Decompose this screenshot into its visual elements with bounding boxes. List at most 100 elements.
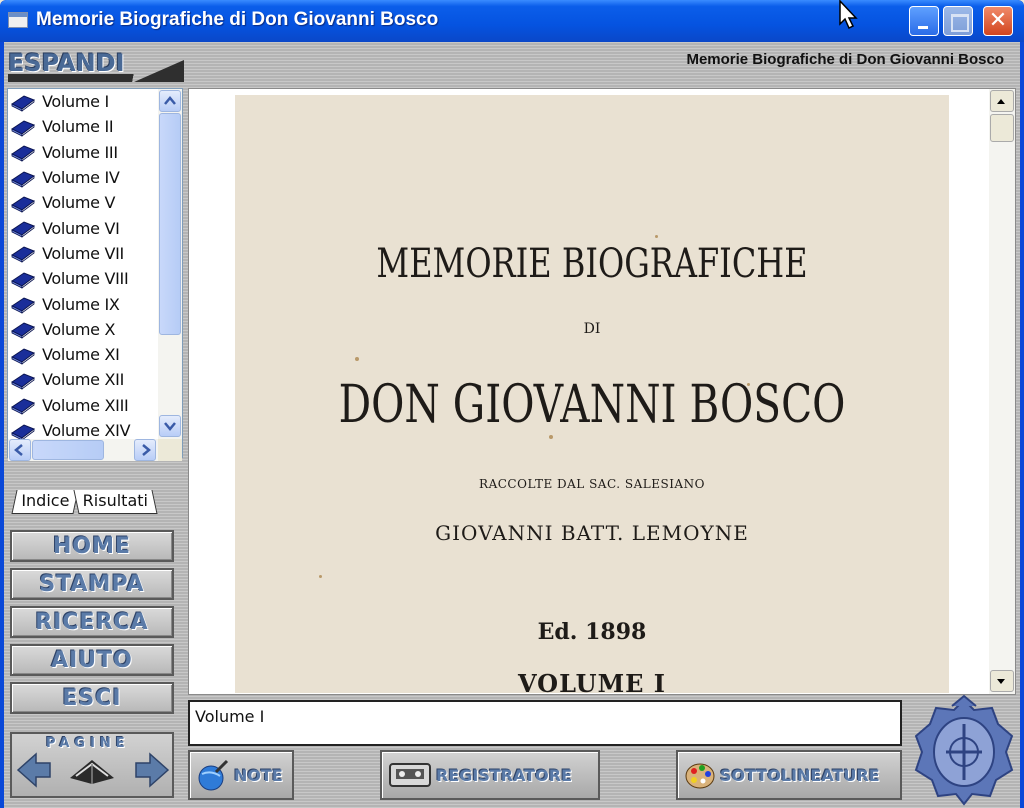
chevron-up-icon xyxy=(164,96,176,105)
paper-speck xyxy=(549,435,553,439)
book-icon xyxy=(11,221,36,238)
expand-button[interactable]: ESPANDI xyxy=(8,49,125,77)
help-button[interactable]: AIUTO xyxy=(10,644,174,676)
tree-item-label: Volume VII xyxy=(42,243,124,263)
paper-speck xyxy=(655,235,658,238)
viewer-scroll-down-button[interactable] xyxy=(990,670,1014,692)
chevron-left-icon xyxy=(14,444,23,456)
tree-item-volume[interactable]: Volume XIV xyxy=(8,418,158,439)
tree-item-label: Volume IV xyxy=(42,168,120,188)
panel-tabs: Indice Risultati xyxy=(10,488,180,516)
client-area: ESPANDI Memorie Biografiche di Don Giova… xyxy=(4,42,1020,808)
document-edition: Ed. 1898 xyxy=(537,619,647,645)
viewer-scroll-up-button[interactable] xyxy=(990,90,1014,112)
app-window: Memorie Biografiche di Don Giovanni Bosc… xyxy=(0,0,1024,808)
paper-speck xyxy=(355,357,359,361)
tree-item-label: Volume I xyxy=(42,92,109,112)
document-viewer[interactable]: MEMORIE BIOGRAFICHE DI DON GIOVANNI BOSC… xyxy=(188,88,1016,695)
tree-item-volume[interactable]: Volume IV xyxy=(8,165,158,190)
book-icon xyxy=(11,170,36,188)
chevron-down-icon xyxy=(164,422,176,431)
maximize-button[interactable] xyxy=(943,6,973,36)
page-flip-icon xyxy=(70,760,114,784)
pages-label: PAGINE xyxy=(46,736,130,751)
expand-tab-bar xyxy=(8,74,186,82)
window-title: Memorie Biografiche di Don Giovanni Bosc… xyxy=(36,9,439,30)
triangle-down-icon xyxy=(997,679,1005,684)
title-bar[interactable]: Memorie Biografiche di Don Giovanni Bosc… xyxy=(0,0,1024,42)
scroll-up-button[interactable] xyxy=(159,90,181,112)
scroll-corner xyxy=(158,439,182,461)
book-icon xyxy=(11,120,36,137)
current-location-field[interactable]: Volume I xyxy=(188,700,902,746)
tree-hscroll-thumb[interactable] xyxy=(32,440,104,460)
tree-item-label: Volume XIII xyxy=(42,395,129,415)
pages-navigator: PAGINE xyxy=(10,732,174,798)
tree-item-volume[interactable]: Volume XI xyxy=(8,342,158,367)
mouse-pointer-icon xyxy=(839,0,858,30)
scroll-left-button[interactable] xyxy=(9,439,31,461)
tree-item-volume[interactable]: Volume IX xyxy=(8,291,158,316)
tree-item-label: Volume XI xyxy=(42,345,120,365)
tree-item-volume[interactable]: Volume I xyxy=(8,89,158,114)
tree-item-label: Volume II xyxy=(42,117,114,137)
tree-vertical-scrollbar[interactable] xyxy=(158,89,182,439)
cassette-tape-icon xyxy=(389,763,431,787)
print-button[interactable]: STAMPA xyxy=(10,568,174,600)
book-icon xyxy=(11,373,36,390)
tree-item-label: Volume VI xyxy=(42,218,120,238)
app-icon[interactable] xyxy=(8,12,28,28)
tree-item-volume[interactable]: Volume VIII xyxy=(8,266,158,291)
note-button[interactable]: NOTE xyxy=(188,750,294,800)
tree-item-volume[interactable]: Volume VI xyxy=(8,215,158,240)
header-title: Memorie Biografiche di Don Giovanni Bosc… xyxy=(686,51,1004,68)
tree-item-volume[interactable]: Volume XII xyxy=(8,367,158,392)
book-icon xyxy=(11,297,36,314)
tree-item-volume[interactable]: Volume III xyxy=(8,140,158,165)
book-icon xyxy=(11,398,36,416)
book-icon xyxy=(11,246,36,264)
tree-item-volume[interactable]: Volume XIII xyxy=(8,393,158,418)
tree-scroll-thumb[interactable] xyxy=(159,113,181,335)
tab-risultati[interactable]: Risultati xyxy=(73,490,158,514)
book-icon xyxy=(11,423,36,439)
paint-palette-icon xyxy=(685,763,715,789)
book-icon xyxy=(11,145,36,163)
document-author: GIOVANNI BATT. LEMOYNE xyxy=(435,521,749,545)
minimize-button[interactable] xyxy=(909,6,939,36)
recorder-button[interactable]: REGISTRATORE xyxy=(380,750,600,800)
exit-button[interactable]: ESCI xyxy=(10,682,174,714)
document-title: MEMORIE BIOGRAFICHE xyxy=(376,241,808,287)
book-icon xyxy=(11,348,36,365)
scroll-down-button[interactable] xyxy=(159,415,181,437)
next-page-arrow-icon[interactable] xyxy=(134,750,170,790)
salesian-emblem-logo xyxy=(914,694,1014,806)
tab-indice[interactable]: Indice xyxy=(11,490,79,514)
tree-item-volume[interactable]: Volume V xyxy=(8,190,158,215)
viewer-vertical-scrollbar[interactable] xyxy=(989,89,1015,694)
close-icon: ✕ xyxy=(988,8,1008,33)
scroll-right-button[interactable] xyxy=(134,439,156,461)
chevron-right-icon xyxy=(142,444,151,456)
book-icon xyxy=(11,322,36,340)
book-icon xyxy=(11,95,36,112)
document-volume: VOLUME I xyxy=(517,669,667,693)
viewer-scroll-thumb[interactable] xyxy=(990,114,1014,142)
book-icon xyxy=(11,272,36,289)
tree-item-volume[interactable]: Volume VII xyxy=(8,241,158,266)
document-compiled-by: RACCOLTE DAL SAC. SALESIANO xyxy=(479,477,705,491)
search-button[interactable]: RICERCA xyxy=(10,606,174,638)
previous-page-arrow-icon[interactable] xyxy=(16,750,52,790)
book-icon xyxy=(11,196,36,213)
underlines-button[interactable]: SOTTOLINEATURE xyxy=(676,750,902,800)
document-subject: DON GIOVANNI BOSCO xyxy=(338,375,846,435)
tree-item-volume[interactable]: Volume X xyxy=(8,317,158,342)
close-button[interactable]: ✕ xyxy=(983,6,1013,36)
tree-item-volume[interactable]: Volume II xyxy=(8,114,158,139)
volume-tree[interactable]: Volume I Volume II Volume III Volume IV Volu… xyxy=(7,88,183,461)
home-button[interactable]: HOME xyxy=(10,530,174,562)
tree-horizontal-scrollbar[interactable] xyxy=(8,439,158,461)
tree-item-label: Volume VIII xyxy=(42,269,129,289)
volume-list[interactable]: Volume I Volume II Volume III Volume IV Volu… xyxy=(8,89,158,439)
tree-item-label: Volume V xyxy=(42,193,116,213)
